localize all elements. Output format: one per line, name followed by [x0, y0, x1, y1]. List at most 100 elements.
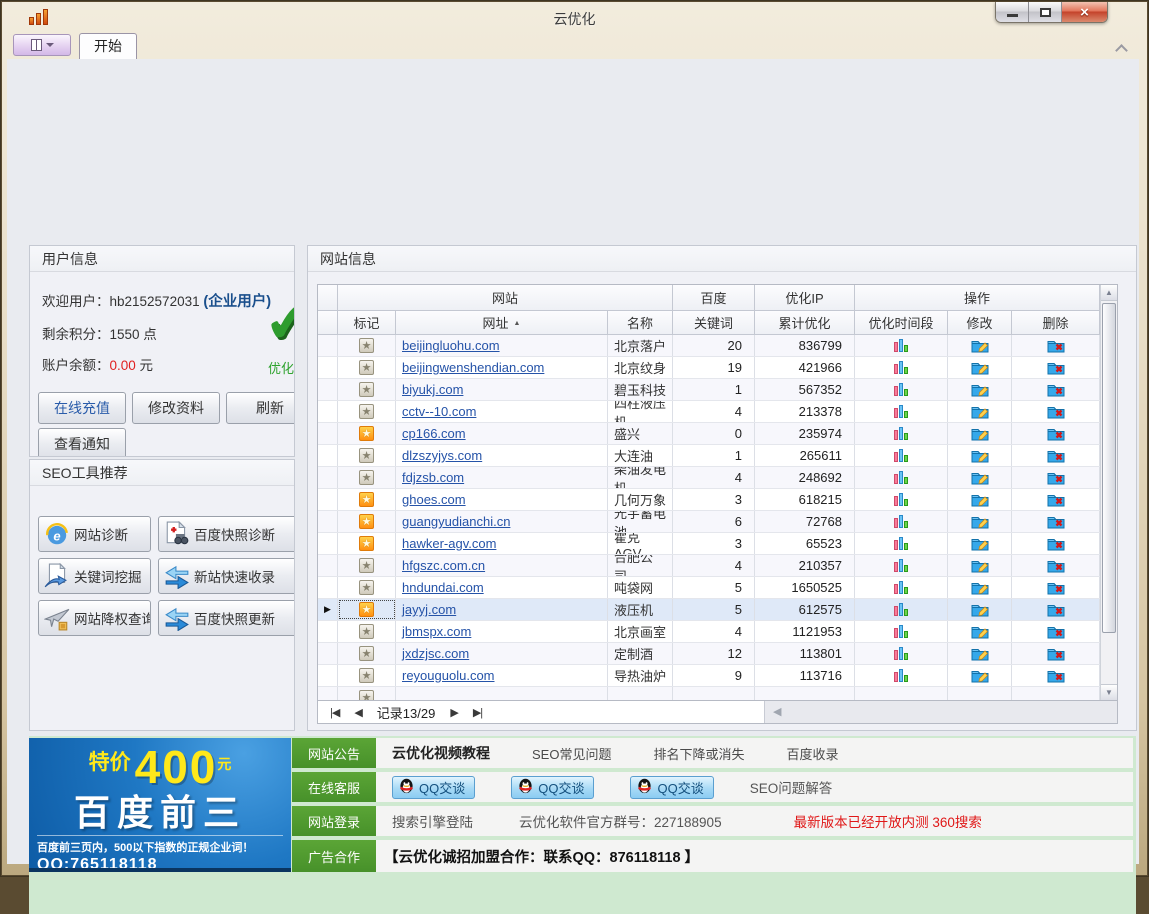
star-icon[interactable]: ★: [359, 360, 374, 375]
announcement-link[interactable]: SEO常见问题: [532, 744, 611, 763]
star-icon[interactable]: ★: [359, 602, 374, 617]
table-row[interactable]: ★hawker-agv.com霍克AGV...365523: [318, 533, 1100, 555]
star-icon[interactable]: ★: [359, 624, 374, 639]
user-button-2[interactable]: 刷新: [226, 392, 295, 424]
bar-chart-icon[interactable]: [894, 493, 908, 506]
delete-icon[interactable]: [1047, 382, 1065, 397]
table-row[interactable]: ★cctv--10.com四柱液压机4213378: [318, 401, 1100, 423]
edit-icon[interactable]: [971, 470, 989, 485]
star-icon[interactable]: ★: [359, 470, 374, 485]
edit-icon[interactable]: [971, 404, 989, 419]
table-row[interactable]: ★hndundai.com吨袋网51650525: [318, 577, 1100, 599]
column-header[interactable]: 标记: [338, 311, 396, 335]
pager-next-icon[interactable]: ▶: [450, 706, 457, 719]
seo-tool-button[interactable]: 百度快照更新: [158, 600, 295, 636]
qq-chat-button[interactable]: QQ交谈: [392, 776, 475, 799]
edit-icon[interactable]: [971, 338, 989, 353]
delete-icon[interactable]: [1047, 426, 1065, 441]
table-row[interactable]: ★hfgszc.com.cn合肥公司...4210357: [318, 555, 1100, 577]
table-row[interactable]: ★jbmspx.com北京画室41121953: [318, 621, 1100, 643]
bar-chart-icon[interactable]: [894, 515, 908, 528]
scroll-up-icon[interactable]: ▲: [1101, 285, 1117, 301]
column-header[interactable]: 优化时间段: [855, 311, 948, 335]
ad-banner[interactable]: 特价400元 百度前三 百度前三页内，500以下指数的正规企业词！ QQ:765…: [29, 738, 291, 872]
bar-chart-icon[interactable]: [894, 669, 908, 682]
site-url-link[interactable]: hndundai.com: [396, 580, 484, 595]
site-url-link[interactable]: cp166.com: [396, 426, 466, 441]
edit-icon[interactable]: [971, 426, 989, 441]
star-icon[interactable]: ★: [359, 558, 374, 573]
delete-icon[interactable]: [1047, 448, 1065, 463]
scroll-down-icon[interactable]: ▼: [1101, 684, 1117, 700]
pager-last-icon[interactable]: ▶|: [473, 706, 482, 719]
edit-icon[interactable]: [971, 448, 989, 463]
bar-chart-icon[interactable]: [894, 427, 908, 440]
table-row[interactable]: ★beijingwenshendian.com北京纹身19421966: [318, 357, 1100, 379]
delete-icon[interactable]: [1047, 492, 1065, 507]
bar-chart-icon[interactable]: [894, 449, 908, 462]
star-icon[interactable]: ★: [359, 580, 374, 595]
announcement-link[interactable]: 云优化视频教程: [392, 743, 490, 763]
maximize-button[interactable]: [1029, 2, 1062, 22]
column-header[interactable]: 删除: [1012, 311, 1100, 335]
site-url-link[interactable]: cctv--10.com: [396, 404, 476, 419]
site-url-link[interactable]: biyukj.com: [396, 382, 463, 397]
table-row[interactable]: ★beijingluohu.com北京落户20836799: [318, 335, 1100, 357]
edit-icon[interactable]: [971, 536, 989, 551]
star-icon[interactable]: ★: [359, 668, 374, 683]
edit-icon[interactable]: [971, 580, 989, 595]
column-header[interactable]: 关键词: [673, 311, 755, 335]
column-header[interactable]: 修改: [948, 311, 1012, 335]
star-icon[interactable]: ★: [359, 426, 374, 441]
pager-first-icon[interactable]: |◀: [330, 706, 339, 719]
delete-icon[interactable]: [1047, 404, 1065, 419]
table-row[interactable]: ★...: [318, 687, 1100, 701]
site-url-link[interactable]: fdjzsb.com: [396, 470, 464, 485]
delete-icon[interactable]: [1047, 470, 1065, 485]
star-icon[interactable]: ★: [359, 382, 374, 397]
site-url-link[interactable]: beijingluohu.com: [396, 338, 500, 353]
delete-icon[interactable]: [1047, 514, 1065, 529]
edit-icon[interactable]: [971, 624, 989, 639]
bar-chart-icon[interactable]: [894, 559, 908, 572]
seo-tool-button[interactable]: e网站诊断: [38, 516, 151, 552]
site-url-link[interactable]: jbmspx.com: [396, 624, 471, 639]
site-url-link[interactable]: hawker-agv.com: [396, 536, 496, 551]
delete-icon[interactable]: [1047, 580, 1065, 595]
site-url-link[interactable]: hfgszc.com.cn: [396, 558, 485, 573]
star-icon[interactable]: ★: [359, 448, 374, 463]
seo-tool-button[interactable]: 网站降权查询: [38, 600, 151, 636]
announcement-link[interactable]: 百度收录: [786, 744, 838, 763]
star-icon[interactable]: ★: [359, 338, 374, 353]
edit-icon[interactable]: [971, 382, 989, 397]
site-url-link[interactable]: dlzszyjys.com: [396, 448, 482, 463]
delete-icon[interactable]: [1047, 602, 1065, 617]
site-url-link[interactable]: beijingwenshendian.com: [396, 360, 544, 375]
qq-chat-button[interactable]: QQ交谈: [511, 776, 594, 799]
table-row[interactable]: ★cp166.com盛兴0235974: [318, 423, 1100, 445]
seo-tool-button[interactable]: 新站快速收录: [158, 558, 295, 594]
table-row[interactable]: ★dlzszyjys.com大连油1265611: [318, 445, 1100, 467]
user-button-3[interactable]: 查看通知: [38, 428, 126, 457]
table-row[interactable]: ★reyouguolu.com导热油炉9113716: [318, 665, 1100, 687]
pager-prev-icon[interactable]: ◀: [354, 706, 361, 719]
bar-chart-icon[interactable]: [894, 647, 908, 660]
minimize-button[interactable]: [996, 2, 1029, 22]
site-url-link[interactable]: ghoes.com: [396, 492, 466, 507]
bar-chart-icon[interactable]: [894, 537, 908, 550]
site-url-link[interactable]: guangyudianchi.cn: [396, 514, 510, 529]
bar-chart-icon[interactable]: [894, 581, 908, 594]
seo-tool-button[interactable]: 关键词挖掘: [38, 558, 151, 594]
delete-icon[interactable]: [1047, 536, 1065, 551]
star-icon[interactable]: ★: [359, 536, 374, 551]
user-button-0[interactable]: 在线充值: [38, 392, 126, 424]
announcement-link[interactable]: 排名下降或消失: [653, 744, 744, 763]
delete-icon[interactable]: [1047, 646, 1065, 661]
close-button[interactable]: ×: [1062, 2, 1107, 22]
star-icon[interactable]: ★: [359, 404, 374, 419]
site-url-link[interactable]: jayyj.com: [396, 602, 456, 617]
tab-start[interactable]: 开始: [79, 33, 137, 59]
table-row[interactable]: ★fdjzsb.com柴油发电机4248692: [318, 467, 1100, 489]
edit-icon[interactable]: [971, 602, 989, 617]
column-header[interactable]: [318, 311, 338, 335]
